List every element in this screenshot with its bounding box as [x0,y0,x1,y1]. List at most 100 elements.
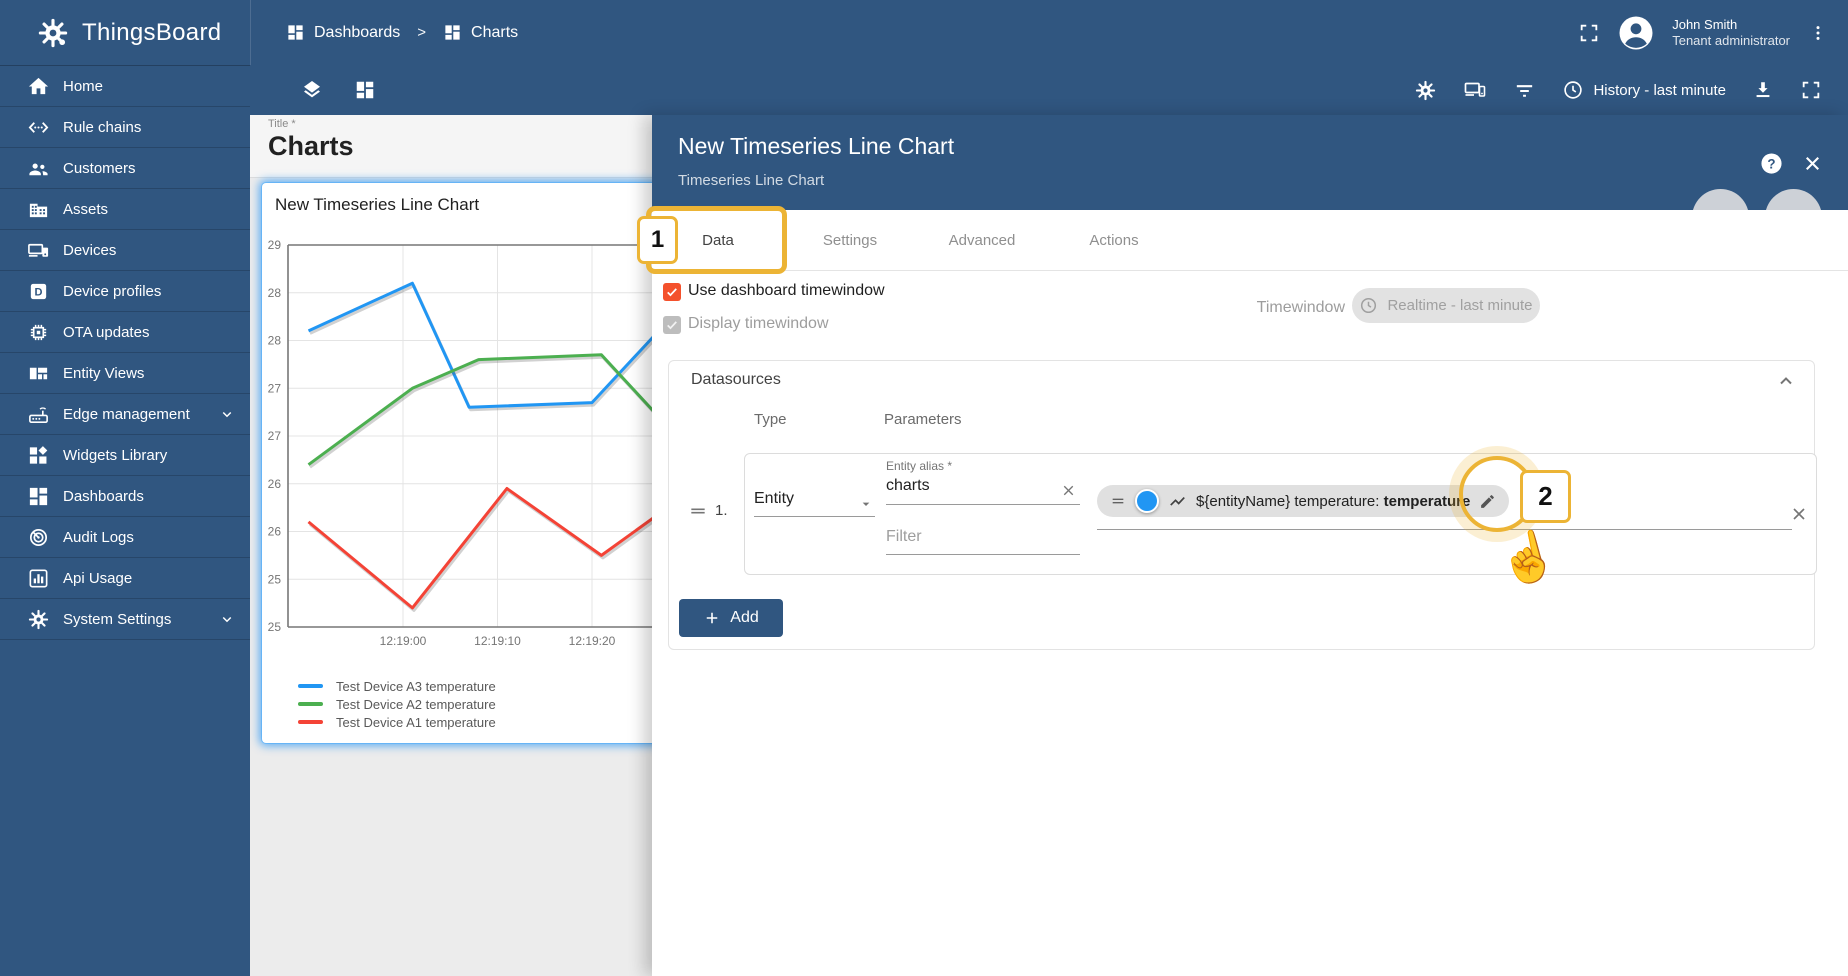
assets-icon [27,198,50,221]
legend-color-dash [298,684,323,688]
clear-alias-icon[interactable] [1060,482,1077,499]
audit-logs-icon [27,526,50,549]
sidebar-item-device-profiles[interactable]: D Device profiles [0,271,250,312]
svg-text:28: 28 [268,286,282,300]
sidebar-item-home[interactable]: Home [0,66,250,107]
breadcrumb-separator: > [417,24,426,41]
sidebar-item-system-settings[interactable]: System Settings [0,599,250,640]
sidebar-item-ota-updates[interactable]: OTA updates [0,312,250,353]
data-key-text: ${entityName} temperature: temperature [1196,493,1470,510]
thingsboard-logo-icon [36,16,70,50]
sidebar-item-widgets-library[interactable]: Widgets Library [0,435,250,476]
dashboard-toolbar: History - last minute [250,65,1848,115]
thingsboard-logo[interactable]: ThingsBoard [0,16,214,50]
widget-title: New Timeseries Line Chart [275,195,479,215]
filter-underline [886,554,1080,555]
datasource-index: 1. [715,502,728,519]
svg-text:27: 27 [268,381,282,395]
dialog-subtitle: Timeseries Line Chart [678,172,824,189]
top-header: ThingsBoard Dashboards > Charts [0,0,1848,65]
svg-text:12:19:20: 12:19:20 [569,634,616,648]
user-role: Tenant administrator [1672,33,1790,49]
dialog-tabs: Data Settings Advanced Actions [652,210,1848,271]
timewindow-button: Realtime - last minute [1352,288,1540,323]
edge-management-icon [27,403,50,426]
dashboards-icon [286,23,305,42]
sidebar-item-api-usage[interactable]: Api Usage [0,558,250,599]
breadcrumb-dashboards[interactable]: Dashboards [286,23,400,42]
layout-tiles-icon[interactable] [354,79,376,101]
chevron-down-icon [218,610,236,628]
kebab-menu-icon[interactable] [1808,22,1828,44]
drag-handle-icon[interactable] [1110,493,1126,509]
legend-label: Test Device A3 temperature [336,679,496,694]
svg-text:?: ? [1767,156,1775,171]
help-icon[interactable]: ? [1760,152,1783,175]
fullscreen-icon[interactable] [1578,22,1600,44]
header-divider [250,0,251,65]
svg-text:29: 29 [268,238,282,252]
data-key-chip[interactable]: ${entityName} temperature: temperature [1097,485,1509,517]
breadcrumb-charts[interactable]: Charts [443,23,518,42]
dialog-title: New Timeseries Line Chart [678,133,954,160]
drag-handle-icon[interactable] [688,501,708,521]
add-datasource-button[interactable]: Add [679,599,783,637]
check-icon [665,318,679,332]
sidebar-item-assets[interactable]: Assets [0,189,250,230]
use-dashboard-timewindow-checkbox[interactable] [663,283,681,301]
layers-icon[interactable] [300,78,324,102]
legend-label: Test Device A2 temperature [336,697,496,712]
entity-alias-underline [886,504,1080,505]
dashboard-settings-gear-icon[interactable] [1414,79,1437,102]
collapse-chevron-up-icon[interactable] [1774,369,1798,393]
dashboard-title: Charts [268,131,354,162]
tab-actions[interactable]: Actions [1048,210,1180,270]
dashboard-title-field[interactable]: Title * Charts [250,115,662,178]
close-icon[interactable] [1801,152,1824,175]
sidebar-item-edge-management[interactable]: Edge management [0,394,250,435]
user-name: John Smith [1672,17,1790,33]
entity-aliases-icon[interactable] [1463,78,1487,102]
tab-advanced[interactable]: Advanced [916,210,1048,270]
parameters-column-header: Parameters [884,411,962,428]
rule-chains-icon [27,116,50,139]
breadcrumb-label: Dashboards [314,24,400,42]
entity-alias-input[interactable] [886,477,1051,495]
legend-label: Test Device A1 temperature [336,715,496,730]
sidebar-item-devices[interactable]: Devices [0,230,250,271]
tab-settings[interactable]: Settings [784,210,916,270]
timeseries-widget-card[interactable]: 29282827272626252512:19:0012:19:1012:19:… [262,183,660,743]
breadcrumb-label: Charts [471,24,518,42]
svg-text:12:19:10: 12:19:10 [474,634,521,648]
legend-item[interactable]: Test Device A3 temperature [298,677,496,695]
sidebar-item-customers[interactable]: Customers [0,148,250,189]
remove-datasource-icon[interactable] [1789,504,1809,524]
sidebar-item-dashboards[interactable]: Dashboards [0,476,250,517]
use-dashboard-timewindow-label[interactable]: Use dashboard timewindow [688,282,885,300]
legend-item[interactable]: Test Device A1 temperature [298,713,496,731]
entity-alias-label: Entity alias * [886,459,952,473]
download-icon[interactable] [1752,79,1774,101]
thingsboard-app: ThingsBoard Dashboards > Charts [0,0,1848,976]
filter-input[interactable] [886,528,1071,546]
svg-text:27: 27 [268,429,282,443]
sidebar-item-rule-chains[interactable]: Rule chains [0,107,250,148]
chevron-down-icon [218,405,236,423]
datasource-type-select[interactable]: Entity [754,490,875,508]
user-block: John Smith Tenant administrator [1672,17,1790,49]
legend-color-dash [298,702,323,706]
breadcrumb: Dashboards > Charts [286,23,518,42]
edit-pencil-icon[interactable] [1479,493,1496,510]
legend-item[interactable]: Test Device A2 temperature [298,695,496,713]
sidebar-item-entity-views[interactable]: Entity Views [0,353,250,394]
svg-text:25: 25 [268,572,282,586]
svg-text:26: 26 [268,477,282,491]
fullscreen-icon[interactable] [1800,79,1822,101]
sidebar-item-audit-logs[interactable]: Audit Logs [0,517,250,558]
filters-icon[interactable] [1513,79,1536,102]
avatar[interactable] [1618,15,1654,51]
history-timewindow-label: History - last minute [1593,82,1726,99]
history-timewindow-button[interactable]: History - last minute [1562,79,1726,101]
svg-text:26: 26 [268,525,282,539]
display-timewindow-label: Display timewindow [688,315,829,333]
